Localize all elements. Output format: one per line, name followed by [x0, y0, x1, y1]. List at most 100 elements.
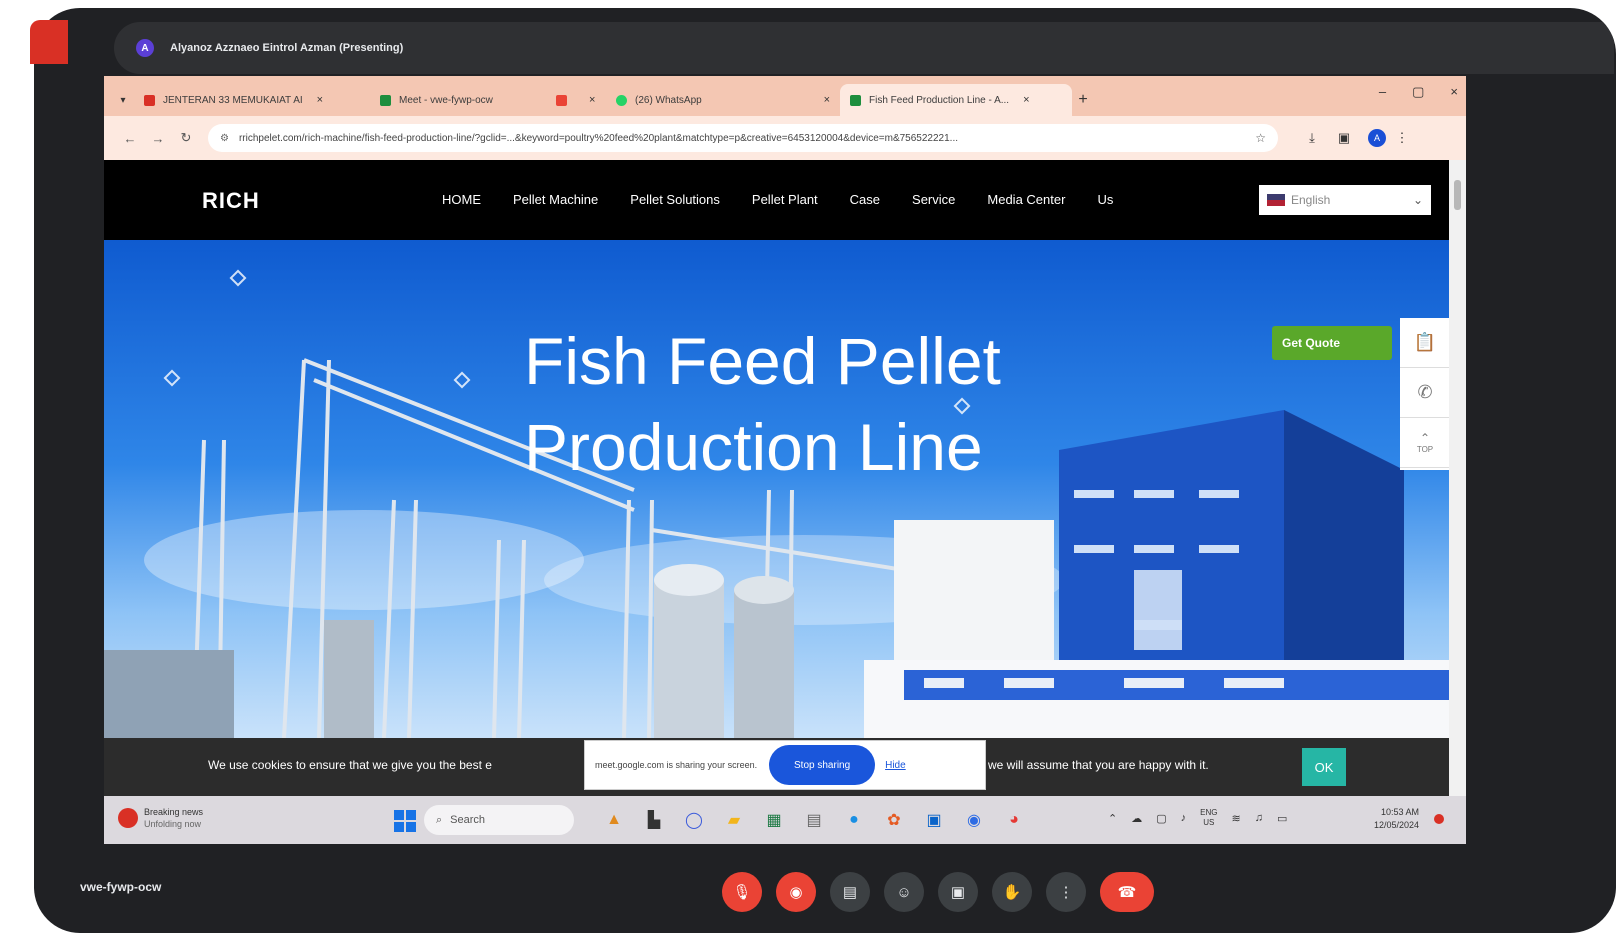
back-button[interactable]: ←	[116, 131, 144, 146]
menu-item-home[interactable]: HOME	[442, 192, 481, 207]
browser-tab[interactable]: Meet - vwe-fywp-ocw	[370, 84, 546, 116]
search-icon: ⌕	[436, 813, 443, 826]
new-tab-button[interactable]: +	[1072, 84, 1094, 116]
browser-menu-icon[interactable]: ⋮	[1386, 130, 1418, 146]
windows-start-icon[interactable]	[394, 810, 416, 832]
clock-date: 12/05/2024	[1374, 820, 1420, 830]
close-icon[interactable]: ×	[317, 94, 323, 106]
language-indicator[interactable]: ENG US	[1200, 808, 1217, 828]
cookie-text-right: we will assume that you are happy with i…	[988, 758, 1209, 772]
page-scrollbar[interactable]	[1449, 160, 1466, 796]
tab-label: Fish Feed Production Line - A...	[869, 94, 1010, 106]
language-label: English	[1291, 193, 1331, 207]
close-window-button[interactable]: ×	[1450, 84, 1458, 100]
camera-off-icon[interactable]: ◉	[776, 872, 816, 912]
site-info-icon[interactable]: ⚙	[220, 133, 229, 144]
menu-item-pellet-machine[interactable]: Pellet Machine	[513, 192, 598, 207]
profile-avatar[interactable]: A	[1368, 129, 1386, 147]
share-status-text: meet.google.com is sharing your screen.	[595, 760, 758, 770]
menu-item-pellet-solutions[interactable]: Pellet Solutions	[630, 192, 720, 207]
browser-tab[interactable]: JENTERAN 33 MEMUKAIAT AI ×	[134, 84, 370, 116]
hide-button[interactable]: Hide	[885, 760, 906, 771]
cookie-ok-button[interactable]: OK	[1302, 748, 1346, 786]
tab-list-button[interactable]: ▾	[112, 84, 134, 116]
forward-button[interactable]: →	[144, 131, 172, 146]
menu-item-media-center[interactable]: Media Center	[987, 192, 1065, 207]
news-subtitle: Unfolding now	[144, 819, 202, 829]
wifi-icon[interactable]: ≋	[1231, 812, 1240, 825]
browser-tab-active[interactable]: Fish Feed Production Line - A... ×	[840, 84, 1072, 116]
bookmark-star-icon[interactable]: ☆	[1255, 131, 1266, 145]
task-view-icon[interactable]: ▙	[640, 806, 668, 834]
file-explorer-icon[interactable]: ▰	[720, 806, 748, 834]
microphone-icon[interactable]: ♪	[1181, 812, 1187, 824]
close-icon[interactable]: ×	[824, 94, 830, 106]
clock-time: 10:53 AM	[1381, 807, 1420, 817]
scrollbar-thumb[interactable]	[1454, 180, 1461, 210]
widgets-icon[interactable]: ▲	[600, 806, 628, 834]
lang-line-2: US	[1203, 818, 1215, 827]
url-text: rrichpelet.com/rich-machine/fish-feed-pr…	[238, 132, 959, 144]
download-icon[interactable]: ⤓	[1296, 130, 1328, 146]
office-icon[interactable]: ✿	[880, 806, 908, 834]
top-label: TOP	[1416, 445, 1434, 454]
hero-title-line-2: Production Line	[524, 410, 983, 484]
outlook-icon[interactable]: ▣	[920, 806, 948, 834]
side-toolbar: 📋 ✆ ⌃ TOP	[1400, 318, 1449, 470]
chrome-icon[interactable]: ◕	[1000, 806, 1028, 834]
meet-icon	[380, 94, 391, 106]
back-to-top-button[interactable]: ⌃ TOP	[1400, 418, 1449, 468]
excel-icon[interactable]: ▦	[760, 806, 788, 834]
volume-icon[interactable]: ♫	[1255, 812, 1263, 824]
whatsapp-icon	[616, 94, 627, 106]
search-placeholder: Search	[450, 814, 486, 826]
news-icon	[118, 808, 138, 828]
browser-tab[interactable]: (26) WhatsApp ×	[606, 84, 840, 116]
hero-title-line-1: Fish Feed Pellet	[524, 324, 1001, 398]
close-icon[interactable]: ×	[589, 94, 595, 106]
close-icon[interactable]: ×	[1023, 94, 1029, 106]
reload-button[interactable]: ↻	[172, 130, 200, 146]
maximize-button[interactable]: ▢	[1412, 84, 1424, 100]
whatsapp-icon[interactable]: ✆	[1400, 368, 1449, 418]
language-select[interactable]: English ⌄	[1259, 185, 1431, 215]
menu-item-case[interactable]: Case	[850, 192, 880, 207]
network-icon[interactable]: ▢	[1156, 812, 1166, 825]
meet-corner-badge	[30, 20, 68, 64]
notification-icon[interactable]	[1434, 814, 1444, 824]
browser-tab[interactable]: ×	[546, 84, 606, 116]
mic-off-icon[interactable]: 🎙	[722, 872, 762, 912]
more-icon[interactable]: ⋮	[1046, 872, 1086, 912]
menu-item-pellet-plant[interactable]: Pellet Plant	[752, 192, 818, 207]
zoom-icon[interactable]: ◉	[960, 806, 988, 834]
minimize-button[interactable]: –	[1379, 84, 1386, 100]
notepad-icon[interactable]: ▤	[800, 806, 828, 834]
battery-icon[interactable]: ▭	[1277, 812, 1287, 825]
url-input[interactable]: ⚙ rrichpelet.com/rich-machine/fish-feed-…	[208, 124, 1278, 152]
chat-icon[interactable]: ◯	[680, 806, 708, 834]
cloud-icon[interactable]: ☁	[1131, 812, 1142, 825]
get-quote-button[interactable]: Get Quote	[1272, 326, 1392, 360]
news-widget[interactable]: Breaking news Unfolding now	[118, 806, 203, 830]
emoji-icon[interactable]: ☺	[884, 872, 924, 912]
address-bar: ← → ↻ ⚙ rrichpelet.com/rich-machine/fish…	[104, 116, 1466, 160]
taskbar-clock[interactable]: 10:53 AM 12/05/2024	[1374, 806, 1419, 832]
clipboard-icon[interactable]: 📋	[1400, 318, 1449, 368]
side-panel-icon[interactable]: ▣	[1328, 130, 1360, 146]
taskbar-search[interactable]: ⌕ Search	[424, 805, 574, 835]
raise-hand-icon[interactable]: ✋	[992, 872, 1032, 912]
stop-sharing-button[interactable]: Stop sharing	[769, 745, 876, 785]
end-call-icon[interactable]: ☎	[1100, 872, 1154, 912]
menu-item-service[interactable]: Service	[912, 192, 955, 207]
captions-icon[interactable]: ▤	[830, 872, 870, 912]
present-icon[interactable]: ▣	[938, 872, 978, 912]
taskbar-apps: ▲ ▙ ◯ ▰ ▦ ▤ ● ✿ ▣ ◉ ◕	[600, 806, 1028, 834]
skype-icon[interactable]: ●	[840, 806, 868, 834]
chevron-up-icon[interactable]: ⌃	[1108, 812, 1117, 825]
menu-item-us[interactable]: Us	[1097, 192, 1113, 207]
us-flag-icon	[1267, 194, 1285, 206]
site-logo[interactable]: RICH	[202, 188, 260, 214]
system-tray: ⌃ ☁ ▢ ♪ ENG US ≋ ♫ ▭	[1108, 808, 1287, 828]
call-controls: 🎙 ◉ ▤ ☺ ▣ ✋ ⋮ ☎	[722, 872, 1154, 912]
chevron-up-icon: ⌃	[1419, 431, 1431, 445]
